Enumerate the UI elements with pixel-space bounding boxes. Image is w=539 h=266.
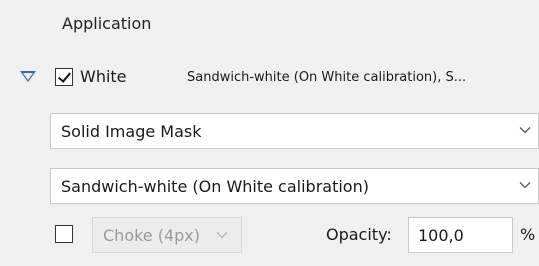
choke-value: Choke (4px) — [103, 226, 201, 245]
mask-type-select[interactable]: Solid Image Mask — [50, 113, 539, 149]
collapse-arrow-icon[interactable] — [20, 71, 36, 82]
opacity-label: Opacity: — [326, 225, 392, 244]
chevron-down-icon — [519, 127, 531, 134]
choke-opacity-row: Choke (4px) Opacity: % — [0, 216, 539, 256]
calibration-select[interactable]: Sandwich-white (On White calibration) — [50, 168, 539, 204]
calibration-value: Sandwich-white (On White calibration) — [61, 177, 369, 196]
white-checkbox[interactable] — [55, 68, 73, 86]
white-label[interactable]: White — [80, 67, 127, 86]
chevron-down-icon — [216, 232, 228, 239]
opacity-unit: % — [520, 225, 536, 244]
section-title: Application — [62, 14, 152, 33]
chevron-down-icon — [519, 182, 531, 189]
white-summary-text: Sandwich-white (On White calibration), S… — [187, 70, 467, 85]
choke-checkbox[interactable] — [55, 225, 73, 243]
opacity-input[interactable] — [408, 217, 513, 253]
choke-select: Choke (4px) — [92, 217, 242, 253]
mask-type-value: Solid Image Mask — [61, 122, 202, 141]
white-layer-row: White Sandwich-white (On White calibrati… — [0, 62, 539, 92]
application-panel: Application White Sandwich-white (On Whi… — [0, 0, 539, 266]
